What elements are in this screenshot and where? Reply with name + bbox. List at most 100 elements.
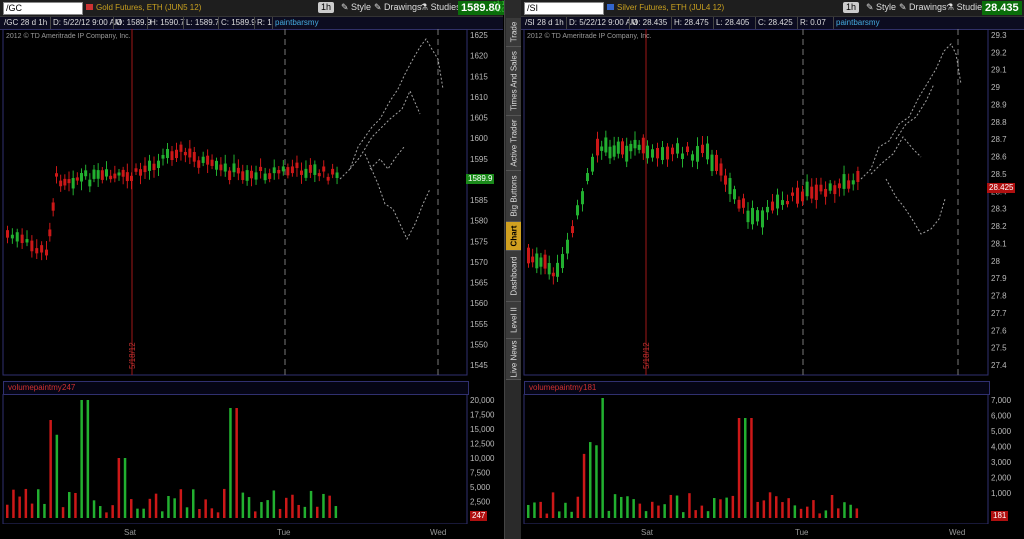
- candle: [331, 168, 335, 175]
- candle: [322, 166, 326, 172]
- style-button[interactable]: ✎ Style: [866, 2, 896, 13]
- volume-bar: [589, 442, 592, 518]
- volume-bar: [843, 502, 846, 518]
- volume-bar: [161, 511, 164, 518]
- volume-bar: [179, 489, 183, 518]
- volume-bar: [781, 502, 784, 518]
- tab-dashboard[interactable]: Dashboard: [506, 251, 521, 302]
- candle: [241, 171, 245, 180]
- tab-big-buttons[interactable]: Big Buttons: [506, 171, 521, 222]
- candle: [268, 173, 272, 179]
- candle: [819, 184, 823, 192]
- style-button[interactable]: ✎ Style: [341, 2, 371, 13]
- study-tag[interactable]: paintbarsmy: [836, 18, 880, 28]
- volume-study-title[interactable]: volumepaintmy: [8, 383, 62, 392]
- volume-bar: [216, 512, 220, 518]
- price-tick-label: 28.2: [991, 222, 1007, 231]
- info-high: H: 1590.7: [150, 18, 185, 27]
- candle: [616, 141, 620, 154]
- candle: [751, 207, 754, 225]
- candle: [641, 137, 645, 154]
- volume-bar: [105, 512, 108, 518]
- volume-bar: [570, 511, 573, 518]
- volume-bar: [278, 508, 282, 518]
- price-tick-label: 27.4: [991, 361, 1007, 370]
- volume-bar: [632, 499, 635, 518]
- aggregation-button[interactable]: 1h: [318, 2, 335, 13]
- volume-bar: [173, 498, 176, 518]
- date-label: Wed: [430, 528, 447, 537]
- price-tick-label: 1560: [470, 299, 488, 308]
- price-tick-label: 1565: [470, 279, 488, 288]
- tab-live-news[interactable]: Live News: [506, 339, 521, 380]
- flag-icon: [607, 4, 614, 10]
- studies-button[interactable]: ⚗ Studies: [420, 2, 461, 13]
- volume-bar: [223, 488, 226, 518]
- candle: [596, 138, 599, 156]
- volume-tick-label: 15,000: [470, 425, 495, 434]
- drawings-button[interactable]: ✎ Drawings: [374, 2, 422, 13]
- studies-button[interactable]: ⚗ Studies: [946, 2, 987, 13]
- candle: [728, 178, 732, 195]
- candle: [847, 180, 851, 189]
- price-tick-label: 28.3: [991, 205, 1007, 214]
- projection-line: [860, 43, 962, 180]
- volume-bar: [806, 506, 809, 518]
- volume-study-header: volumepaintmy 181: [524, 381, 990, 395]
- plot-frame: [523, 29, 989, 376]
- candle: [608, 146, 612, 159]
- volume-bar: [55, 434, 59, 518]
- candle: [55, 173, 58, 177]
- candle: [40, 245, 44, 253]
- candle: [157, 160, 160, 169]
- volume-bar: [198, 508, 201, 518]
- volume-bar: [68, 492, 71, 518]
- tab-times-and-sales[interactable]: Times And Sales: [506, 47, 521, 116]
- candle: [84, 170, 88, 177]
- tab-chart[interactable]: Chart: [506, 222, 521, 251]
- candle: [96, 170, 100, 179]
- volume-bar: [241, 492, 245, 518]
- candle: [188, 148, 192, 158]
- volume-tick-label: 7,000: [991, 396, 1012, 405]
- volume-bar: [49, 420, 52, 518]
- price-chart[interactable]: 1625162016151610160516001595159015851580…: [0, 29, 503, 379]
- price-tick-label: 27.9: [991, 274, 1007, 283]
- price-tick-label: 27.6: [991, 326, 1007, 335]
- tab-trade[interactable]: Trade: [506, 18, 521, 47]
- last-price-tag: 1589.9: [466, 174, 495, 184]
- tab-active-trader[interactable]: Active Trader: [506, 116, 521, 171]
- candle: [254, 172, 258, 180]
- drawings-icon: ✎: [899, 2, 910, 12]
- volume-bar: [682, 512, 685, 518]
- volume-bar: [43, 503, 46, 518]
- candle: [20, 234, 24, 244]
- candle: [134, 168, 138, 172]
- volume-chart[interactable]: 20,000 17,500 15,000 12,500 10,000 7,500 5,000…: [0, 394, 503, 524]
- volume-bar: [192, 489, 195, 518]
- aggregation-button[interactable]: 1h: [843, 2, 860, 13]
- volume-bar: [576, 496, 580, 518]
- volume-study-title[interactable]: volumepaintmy: [529, 383, 583, 392]
- volume-bar: [830, 494, 834, 518]
- drawings-button[interactable]: ✎ Drawings: [899, 2, 947, 13]
- candle: [833, 185, 837, 195]
- price-chart[interactable]: 29.329.229.12928.928.828.728.628.528.428…: [521, 29, 1024, 379]
- volume-bar: [675, 495, 679, 518]
- volume-bar: [148, 498, 152, 518]
- volume-chart[interactable]: 7,000 6,000 5,000 4,000 3,000 2,000 1,000: [521, 394, 1024, 524]
- info-low: L: 1589.7: [186, 18, 220, 27]
- volume-bar: [855, 508, 859, 518]
- volume-bar: [756, 501, 759, 518]
- volume-bar: [92, 500, 96, 518]
- symbol-input[interactable]: /GC: [3, 2, 83, 15]
- candle: [313, 164, 317, 175]
- symbol-input[interactable]: /SI: [524, 2, 604, 15]
- plot-frame: [2, 29, 468, 376]
- volume-bar: [86, 400, 90, 518]
- tab-level-ii[interactable]: Level II: [506, 302, 521, 339]
- study-tag[interactable]: paintbarsmy: [275, 18, 319, 28]
- volume-bar: [328, 495, 331, 518]
- candle: [781, 200, 784, 205]
- candle: [651, 149, 654, 158]
